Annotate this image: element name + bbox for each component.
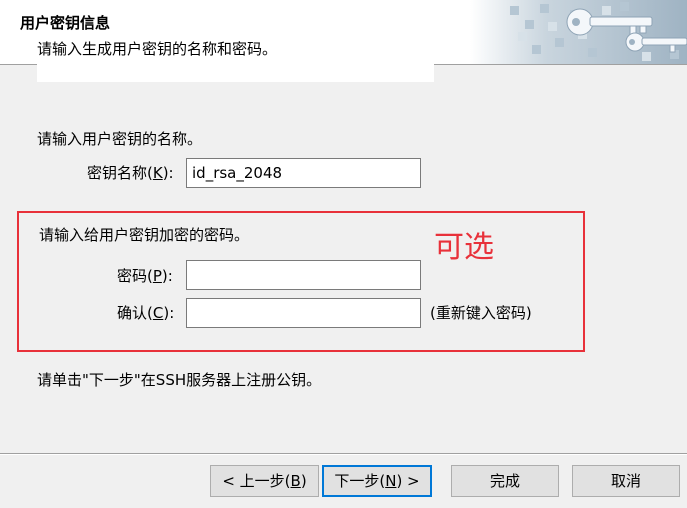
password-input[interactable] [186,260,421,290]
key-name-label: 密钥名称(K): [87,164,174,182]
password-prompt: 请输入给用户密钥加密的密码。 [39,226,250,244]
wizard-header: 用户密钥信息 请输入生成用户密钥的名称和密码。 [0,0,687,65]
header-subtitle-backdrop [37,64,434,82]
footer-divider-highlight [0,454,687,455]
confirm-label: 确认(C): [117,304,175,322]
page-subtitle: 请输入生成用户密钥的名称和密码。 [37,40,278,58]
back-button[interactable]: < 上一步(B) [210,465,319,497]
key-name-prompt: 请输入用户密钥的名称。 [37,130,203,148]
optional-annotation: 可选 [434,230,494,265]
next-step-instruction: 请单击"下一步"在SSH服务器上注册公钥。 [37,371,322,389]
confirm-hint: (重新键入密码) [430,304,532,322]
key-name-input[interactable] [186,158,421,188]
finish-button[interactable]: 完成 [451,465,559,497]
password-label: 密码(P): [117,267,173,285]
key-icon [470,0,687,64]
confirm-password-input[interactable] [186,298,421,328]
next-button[interactable]: 下一步(N) > [322,465,432,497]
cancel-button[interactable]: 取消 [572,465,680,497]
page-title: 用户密钥信息 [20,14,111,32]
